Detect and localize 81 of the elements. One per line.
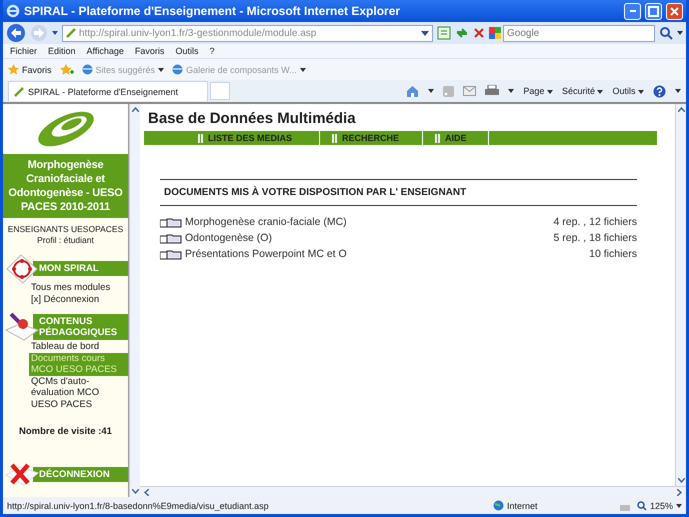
sidebar-link[interactable]: [x] Déconnexion bbox=[31, 294, 128, 305]
menu-item[interactable]: ? bbox=[209, 46, 214, 56]
section-header: MON SPIRAL bbox=[33, 260, 128, 276]
favorites-button[interactable]: Favoris bbox=[8, 64, 52, 75]
file-count: 10 fichiers bbox=[589, 248, 637, 260]
caret-icon[interactable] bbox=[300, 68, 306, 72]
menu-item[interactable]: Fichier bbox=[10, 46, 38, 56]
help-icon[interactable] bbox=[653, 84, 666, 98]
folder-icon bbox=[160, 216, 182, 228]
caret-icon bbox=[638, 90, 644, 94]
caret-icon[interactable] bbox=[158, 68, 164, 72]
scroll-up-icon[interactable] bbox=[678, 107, 684, 112]
caret-icon[interactable] bbox=[508, 89, 514, 93]
window-title: SPIRAL - Plateforme d'Enseignement - Microsoft Internet Explorer bbox=[24, 4, 402, 18]
scroll-down-icon[interactable] bbox=[678, 478, 684, 483]
menu-item[interactable]: Outils bbox=[175, 46, 198, 56]
caret-icon bbox=[597, 90, 604, 94]
stop-icon[interactable] bbox=[473, 27, 485, 39]
caret-icon[interactable] bbox=[421, 30, 429, 36]
browser-logo-icon bbox=[6, 4, 20, 18]
command-button[interactable]: Sécurité bbox=[562, 86, 604, 96]
nav-link[interactable]: RECHERCHE bbox=[320, 131, 423, 145]
maximize-button[interactable] bbox=[645, 2, 662, 20]
caret-icon[interactable] bbox=[677, 31, 683, 35]
zoom-level[interactable]: 125% bbox=[650, 500, 673, 510]
mail-icon[interactable] bbox=[463, 86, 476, 96]
scrollbar[interactable] bbox=[129, 104, 140, 497]
scroll-right-icon[interactable] bbox=[677, 488, 682, 496]
user-group: ENSEIGNANTS UESOPACES bbox=[3, 224, 128, 235]
file-count: 5 rep. , 18 fichiers bbox=[554, 232, 637, 244]
page-title: Base de Données Multimédia bbox=[148, 110, 357, 127]
compatibility-icon[interactable] bbox=[437, 26, 451, 40]
nav-link[interactable]: AIDE bbox=[423, 131, 489, 145]
scroll-up-icon[interactable] bbox=[132, 107, 138, 112]
menu-item[interactable]: Edition bbox=[48, 46, 76, 56]
printer-icon[interactable] bbox=[485, 85, 500, 97]
search-engine-logo-icon bbox=[489, 27, 501, 39]
search-field[interactable]: Google bbox=[503, 24, 655, 42]
caret-icon[interactable] bbox=[676, 504, 682, 508]
user-profile: Profil : étudiant bbox=[36, 235, 95, 246]
section-heading: DOCUMENTS MIS À VOTRE DISPOSITION PAR L' ENSEIGNANT bbox=[160, 179, 637, 206]
caret-icon[interactable] bbox=[52, 31, 58, 35]
scroll-left-icon[interactable] bbox=[144, 488, 149, 496]
home-icon[interactable] bbox=[406, 85, 420, 97]
add-favorite-icon[interactable] bbox=[60, 64, 74, 76]
folder-link[interactable]: Odontogenèse (O) bbox=[185, 232, 272, 244]
minimize-button[interactable] bbox=[624, 2, 641, 20]
command-button[interactable]: Page bbox=[523, 86, 553, 96]
scroll-down-icon[interactable] bbox=[132, 489, 138, 494]
security-zone: Internet bbox=[506, 500, 538, 510]
browser-tab[interactable]: SPIRAL - Plateforme d'Enseignement bbox=[8, 81, 208, 101]
address-field[interactable]: http://spiral.univ-lyon1.fr/3-gestionmodule/module.asp bbox=[62, 24, 433, 42]
star-icon bbox=[8, 64, 19, 75]
back-icon[interactable] bbox=[6, 23, 26, 43]
menu-item[interactable]: Favoris bbox=[134, 46, 164, 56]
course-title: Morphogenèse Craniofaciale et Odontogenèse - UESO PACES 2010-2011 bbox=[3, 154, 128, 218]
section-header: CONTENUS PÉDAGOGIQUES bbox=[33, 314, 128, 340]
zoom-icon[interactable] bbox=[636, 500, 647, 510]
close-button[interactable] bbox=[666, 2, 683, 20]
visit-count: Nombre de visite :41 bbox=[18, 425, 113, 438]
minimize-icon bbox=[630, 10, 636, 12]
sidebar-link[interactable]: Tous mes modules bbox=[31, 282, 128, 294]
folder-icon bbox=[160, 248, 182, 260]
close-icon bbox=[670, 6, 679, 16]
folder-icon bbox=[160, 232, 182, 244]
sidebar-link[interactable]: QCMs d'auto-évaluation MCO UESO PACES bbox=[31, 376, 128, 410]
caret-icon[interactable] bbox=[428, 89, 434, 93]
sidebar-link[interactable]: Tableau de bord bbox=[31, 341, 128, 352]
caret-icon[interactable] bbox=[675, 89, 681, 93]
folder-link[interactable]: Morphogenèse cranio-faciale (MC) bbox=[185, 216, 347, 228]
folder-link[interactable]: Présentations Powerpoint MC et O bbox=[185, 248, 347, 260]
nav-link[interactable]: LISTE DES MEDIAS bbox=[144, 131, 320, 145]
search-icon[interactable] bbox=[659, 26, 673, 40]
file-count: 4 rep. , 12 fichiers bbox=[554, 216, 637, 228]
status-url: http://spiral.univ-lyon1.fr/8-basedonn%E9media/visu_etudiant.asp bbox=[7, 500, 270, 510]
caret-icon bbox=[546, 90, 553, 94]
refresh-icon[interactable] bbox=[455, 26, 469, 40]
command-button[interactable]: Outils bbox=[612, 86, 644, 96]
maximize-icon bbox=[648, 6, 659, 16]
menu-item[interactable]: Affichage bbox=[86, 46, 124, 56]
scrollbar[interactable] bbox=[675, 104, 686, 486]
